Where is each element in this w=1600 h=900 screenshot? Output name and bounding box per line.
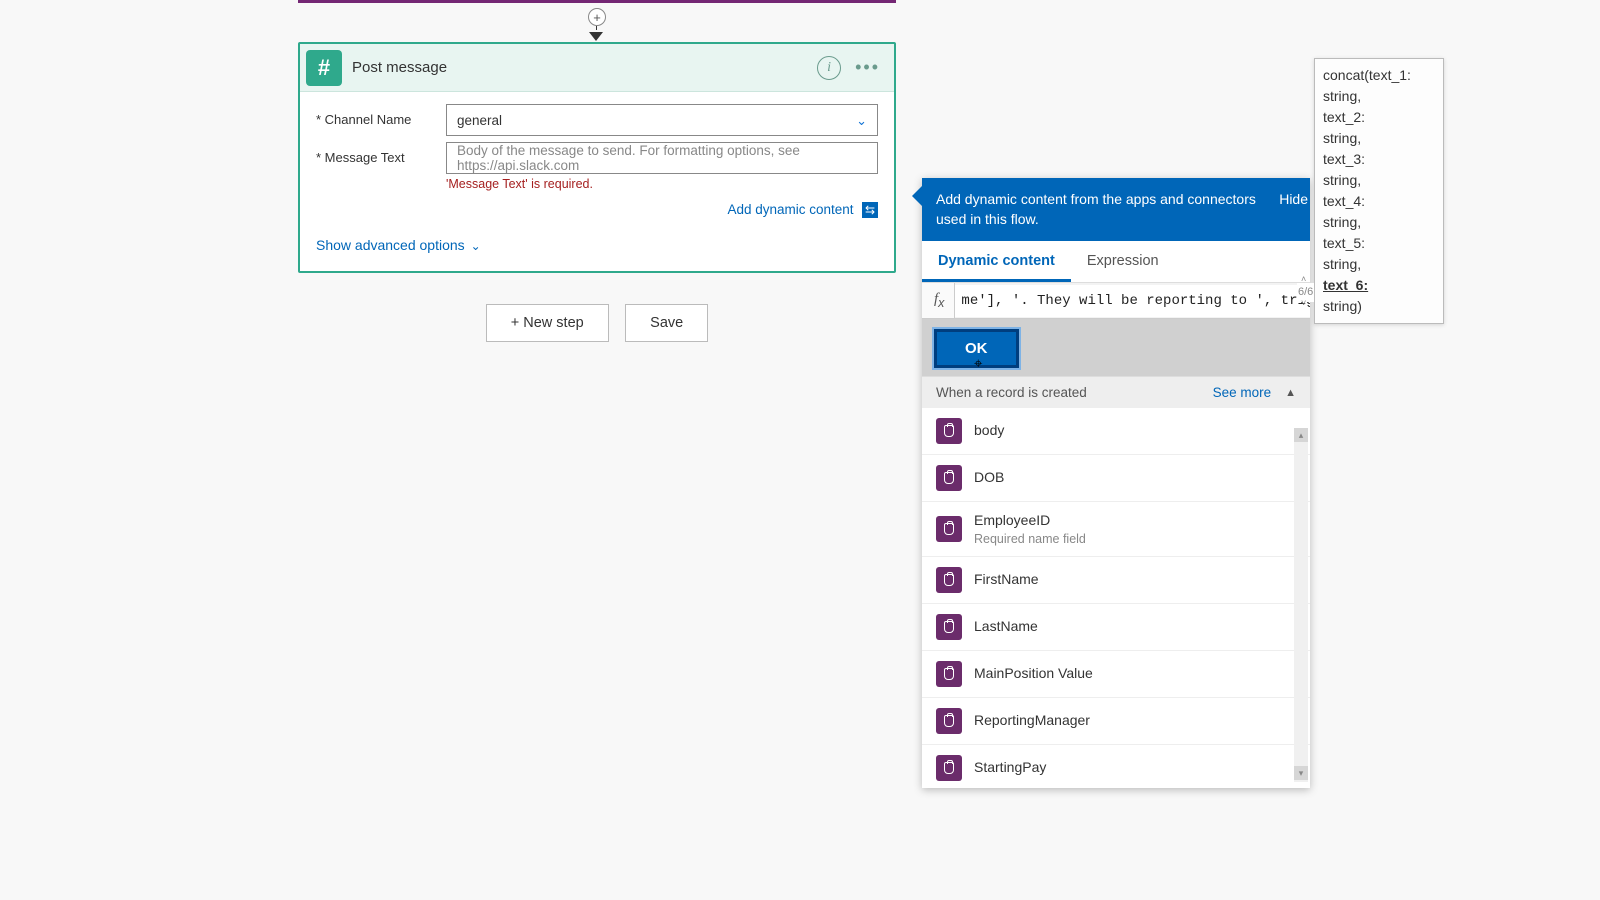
dc-section-header: When a record is created See more ▲ xyxy=(922,376,1310,408)
fx-icon: fx xyxy=(922,283,955,318)
scroll-up-icon[interactable]: ▴ xyxy=(1294,428,1308,442)
dc-tabs: Dynamic content Expression xyxy=(922,241,1310,283)
scroll-down-icon[interactable]: ▾ xyxy=(1294,766,1308,780)
database-icon xyxy=(936,614,962,640)
intellisense-tooltip: ˄ 6/6 ˅ concat(text_1: string, text_2: s… xyxy=(1314,58,1444,324)
previous-step-edge xyxy=(298,0,896,3)
add-dynamic-content-link[interactable]: Add dynamic content xyxy=(727,202,853,217)
arrow-down-icon xyxy=(589,32,603,41)
flow-action-buttons: + New step Save xyxy=(298,304,896,342)
dc-scrollbar[interactable]: ▴ ▾ xyxy=(1294,428,1308,782)
tab-expression[interactable]: Expression xyxy=(1071,241,1175,282)
dc-header: Add dynamic content from the apps and co… xyxy=(922,178,1310,241)
dc-item-startingpay[interactable]: StartingPay xyxy=(922,745,1310,788)
expression-input-row: fx me'], '. They will be reporting to ',… xyxy=(922,283,1310,319)
add-dynamic-content-badge-icon[interactable]: ⇆ xyxy=(862,202,878,218)
database-icon xyxy=(936,567,962,593)
card-header[interactable]: # Post message i ••• xyxy=(300,44,894,92)
channel-name-label: * Channel Name xyxy=(316,104,446,127)
info-icon[interactable]: i xyxy=(817,56,841,80)
dc-item-dob[interactable]: DOB xyxy=(922,455,1310,502)
card-title: Post message xyxy=(352,59,817,76)
ok-row: OK ⌖ xyxy=(922,319,1310,376)
message-text-label: * Message Text xyxy=(316,142,446,165)
chevron-down-icon: ⌄ xyxy=(856,113,867,129)
slack-hash-icon: # xyxy=(306,50,342,86)
dynamic-content-panel: Add dynamic content from the apps and co… xyxy=(922,178,1310,788)
chevron-down-icon[interactable]: ˅ xyxy=(1301,297,1306,311)
dc-item-mainposition[interactable]: MainPosition Value xyxy=(922,651,1310,698)
more-icon[interactable]: ••• xyxy=(855,57,880,78)
dc-item-firstname[interactable]: FirstName xyxy=(922,557,1310,604)
show-advanced-options-link[interactable]: Show advanced options⌄ xyxy=(316,237,878,253)
dc-item-reportingmanager[interactable]: ReportingManager xyxy=(922,698,1310,745)
save-button[interactable]: Save xyxy=(625,304,708,342)
dc-item-employeeid[interactable]: EmployeeIDRequired name field xyxy=(922,502,1310,557)
expression-input[interactable]: me'], '. They will be reporting to ', tr… xyxy=(955,285,1310,317)
channel-name-select[interactable]: general ⌄ xyxy=(446,104,878,136)
step-connector: + xyxy=(588,8,604,41)
hide-link[interactable]: Hide xyxy=(1279,190,1312,210)
collapse-up-icon[interactable]: ▲ xyxy=(1285,387,1296,399)
new-step-button[interactable]: + New step xyxy=(486,304,609,342)
tab-dynamic-content[interactable]: Dynamic content xyxy=(922,241,1071,282)
channel-name-value: general xyxy=(457,113,502,128)
message-text-error: 'Message Text' is required. xyxy=(446,177,878,191)
ok-button[interactable]: OK xyxy=(934,329,1019,368)
message-text-input[interactable]: Body of the message to send. For formatt… xyxy=(446,142,878,174)
database-icon xyxy=(936,516,962,542)
add-step-inline-icon[interactable]: + xyxy=(588,8,606,26)
dc-item-lastname[interactable]: LastName xyxy=(922,604,1310,651)
dc-item-list: body DOB EmployeeIDRequired name field F… xyxy=(922,408,1310,788)
database-icon xyxy=(936,661,962,687)
dc-section-title: When a record is created xyxy=(936,385,1087,400)
callout-arrow-icon xyxy=(912,186,922,206)
database-icon xyxy=(936,708,962,734)
database-icon xyxy=(936,755,962,781)
dc-item-body[interactable]: body xyxy=(922,408,1310,455)
post-message-card: # Post message i ••• * Channel Name gene… xyxy=(298,42,896,273)
chevron-down-icon: ⌄ xyxy=(471,239,481,253)
database-icon xyxy=(936,465,962,491)
database-icon xyxy=(936,418,962,444)
see-more-link[interactable]: See more xyxy=(1213,385,1272,400)
